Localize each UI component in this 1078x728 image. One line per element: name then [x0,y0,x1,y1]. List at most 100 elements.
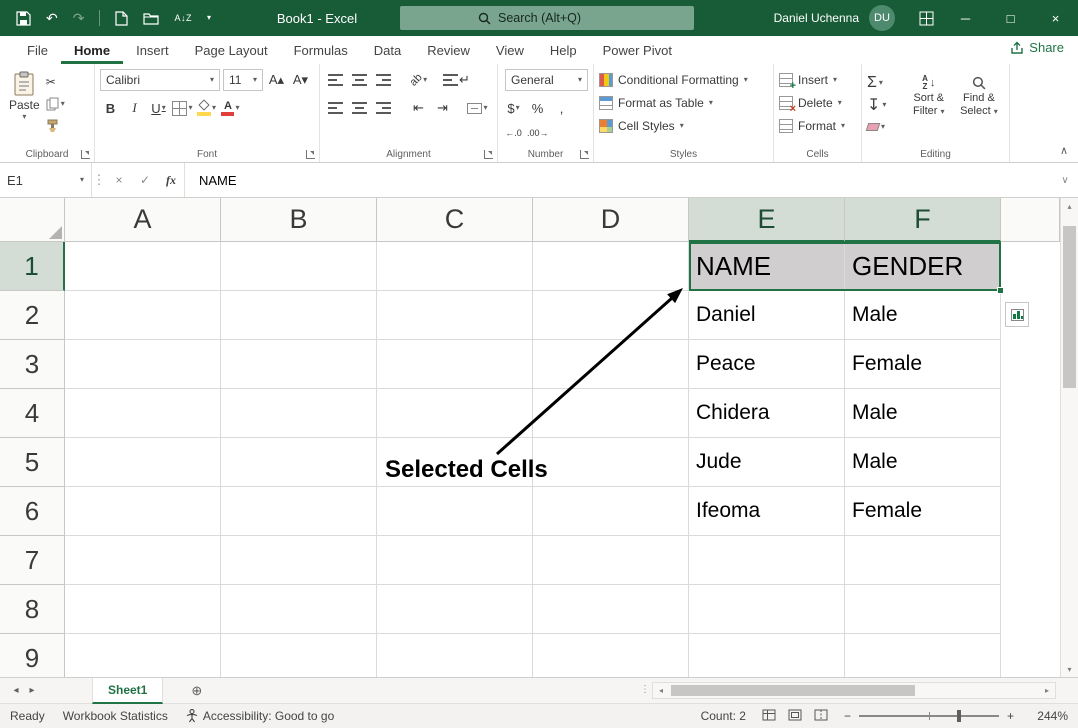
cell-A1[interactable] [65,242,221,291]
find-select-button[interactable]: Find & Select ▾ [954,69,1004,145]
row-header-9[interactable]: 9 [0,634,65,677]
align-right-button[interactable] [373,97,394,119]
cell-F8[interactable] [845,585,1001,634]
cell-B9[interactable] [221,634,377,677]
cell-B8[interactable] [221,585,377,634]
customize-toolbar-button[interactable]: ▾ [207,14,211,22]
new-file-button[interactable] [115,11,128,26]
formula-input[interactable]: NAME [184,163,1052,197]
avatar[interactable]: DU [869,5,895,31]
underline-button[interactable]: U▾ [148,97,169,119]
cell-F3[interactable]: Female [845,340,1001,389]
cell-B5[interactable] [221,438,377,487]
cell-E3[interactable]: Peace [689,340,845,389]
tab-insert[interactable]: Insert [123,36,182,64]
cell-B6[interactable] [221,487,377,536]
cell-D8[interactable] [533,585,689,634]
cell-E2[interactable]: Daniel [689,291,845,340]
tab-power-pivot[interactable]: Power Pivot [590,36,685,64]
column-header-C[interactable]: C [377,198,533,242]
clear-button[interactable]: ▾ [867,118,904,136]
quick-analysis-button[interactable] [1005,302,1029,327]
cell-A4[interactable] [65,389,221,438]
tab-scroll-splitter[interactable]: ⋮ [640,684,650,695]
vertical-scrollbar-thumb[interactable] [1063,226,1076,388]
close-button[interactable]: × [1033,0,1078,36]
tab-data[interactable]: Data [361,36,414,64]
scroll-up-icon[interactable]: ▴ [1061,198,1078,214]
cell-A6[interactable] [65,487,221,536]
sort-filter-button[interactable]: AZ↓ Sort & Filter ▾ [904,69,954,145]
redo-button[interactable]: ↷ [73,10,85,27]
cell-F6[interactable]: Female [845,487,1001,536]
cell-E6[interactable]: Ifeoma [689,487,845,536]
cell-A7[interactable] [65,536,221,585]
page-break-view-button[interactable] [814,709,828,724]
sort-ascending-button[interactable]: A↓Z [174,13,192,23]
cell-E9[interactable] [689,634,845,677]
select-all-button[interactable] [0,198,65,242]
ribbon-display-options-button[interactable] [909,0,943,36]
cell-D9[interactable] [533,634,689,677]
scroll-left-icon[interactable]: ◂ [653,686,669,695]
tab-home[interactable]: Home [61,36,123,64]
minimize-button[interactable]: ─ [943,0,988,36]
zoom-out-button[interactable]: − [844,709,851,723]
open-file-button[interactable] [143,12,159,25]
row-header-1[interactable]: 1 [0,242,65,291]
row-header-8[interactable]: 8 [0,585,65,634]
font-size-select[interactable]: 11 ▾ [223,69,263,91]
cell-A2[interactable] [65,291,221,340]
row-header-7[interactable]: 7 [0,536,65,585]
align-top-button[interactable] [325,69,346,91]
cell-D2[interactable] [533,291,689,340]
decrease-font-size-button[interactable]: A▾ [290,69,311,91]
cell-B7[interactable] [221,536,377,585]
cell-F2[interactable]: Male [845,291,1001,340]
horizontal-scrollbar-thumb[interactable] [671,685,915,696]
sheet-tab-sheet1[interactable]: Sheet1 [92,678,163,704]
increase-font-size-button[interactable]: A▴ [266,69,287,91]
align-left-button[interactable] [325,97,346,119]
cell-D6[interactable] [533,487,689,536]
cell-A5[interactable] [65,438,221,487]
row-header-3[interactable]: 3 [0,340,65,389]
format-cells-button[interactable]: Format ▾ [779,114,856,137]
column-header-F[interactable]: F [845,198,1001,242]
cell-A3[interactable] [65,340,221,389]
zoom-in-button[interactable]: + [1007,709,1014,723]
horizontal-scrollbar[interactable]: ◂ ▸ [652,682,1056,699]
cell-B1[interactable] [221,242,377,291]
cell-B4[interactable] [221,389,377,438]
decrease-decimal-button[interactable]: .00→ [527,122,549,144]
font-dialog-launcher[interactable] [306,150,315,159]
undo-button[interactable]: ↶ [46,10,58,27]
cell-D1[interactable] [533,242,689,291]
increase-indent-button[interactable]: ⇥ [432,97,453,119]
format-as-table-button[interactable]: Format as Table ▾ [599,91,768,114]
tab-page-layout[interactable]: Page Layout [182,36,281,64]
scroll-down-icon[interactable]: ▾ [1061,661,1078,677]
workbook-statistics-button[interactable]: Workbook Statistics [63,709,168,723]
align-middle-button[interactable] [349,69,370,91]
name-box-resize-handle[interactable]: ⋮ [92,163,106,197]
row-header-2[interactable]: 2 [0,291,65,340]
save-button[interactable] [16,11,31,26]
cell-C1[interactable] [377,242,533,291]
vertical-scrollbar[interactable]: ▴ ▾ [1060,198,1078,677]
cell-D5[interactable] [533,438,689,487]
merge-center-button[interactable]: ▾ [467,97,488,119]
decrease-indent-button[interactable]: ⇤ [408,97,429,119]
cell-D7[interactable] [533,536,689,585]
fill-handle[interactable] [997,287,1004,294]
row-header-5[interactable]: 5 [0,438,65,487]
alignment-dialog-launcher[interactable] [484,150,493,159]
cell-E8[interactable] [689,585,845,634]
cell-A8[interactable] [65,585,221,634]
share-button[interactable]: Share [1010,40,1064,55]
maximize-button[interactable]: □ [988,0,1033,36]
search-input[interactable]: Search (Alt+Q) [400,6,694,30]
cell-F4[interactable]: Male [845,389,1001,438]
tab-help[interactable]: Help [537,36,590,64]
cell-E4[interactable]: Chidera [689,389,845,438]
